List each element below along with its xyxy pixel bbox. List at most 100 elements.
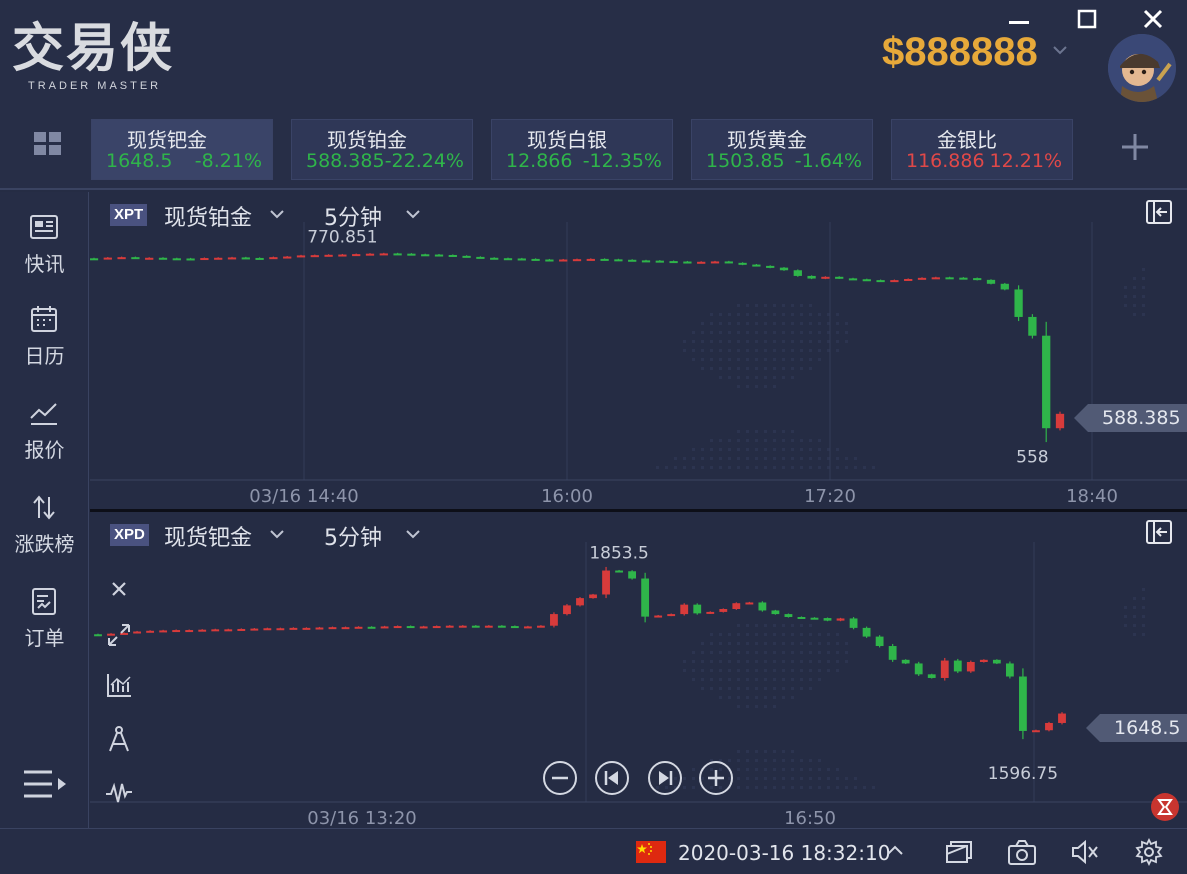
chevron-down-icon[interactable] bbox=[268, 205, 286, 223]
chevron-down-icon[interactable] bbox=[1050, 40, 1070, 60]
mute-icon[interactable] bbox=[1070, 838, 1100, 866]
drawing-compass-icon[interactable] bbox=[104, 724, 134, 754]
chevron-down-icon[interactable] bbox=[268, 525, 286, 543]
candle bbox=[310, 255, 319, 258]
candle bbox=[797, 616, 806, 619]
candlestick-chart-palladium[interactable]: 03/16 13:20 16:50 1853.5 1596.75 bbox=[90, 512, 1187, 828]
candle bbox=[1019, 676, 1027, 731]
candle bbox=[393, 253, 402, 256]
candle bbox=[406, 626, 415, 629]
candle bbox=[276, 628, 285, 631]
timeframe-label[interactable]: 5分钟 bbox=[324, 200, 382, 232]
close-icon[interactable] bbox=[104, 574, 134, 604]
quote-price: 116.886 bbox=[906, 150, 985, 172]
candle bbox=[655, 260, 664, 263]
candle bbox=[586, 258, 595, 261]
x-tick-label: 03/16 13:20 bbox=[307, 808, 416, 828]
x-tick-label: 18:40 bbox=[1066, 486, 1118, 507]
account-balance[interactable]: $888888 bbox=[882, 30, 1038, 75]
candle bbox=[836, 618, 845, 621]
candle bbox=[550, 614, 558, 626]
candle bbox=[531, 258, 540, 261]
quote-card-platinum[interactable]: 现货铂金 588.385 -22.24% bbox=[291, 119, 473, 180]
candle bbox=[158, 257, 168, 260]
candle bbox=[1032, 730, 1040, 733]
candle bbox=[779, 267, 789, 271]
waveform-icon[interactable] bbox=[104, 778, 134, 808]
quote-name: 现货白银 bbox=[527, 128, 607, 152]
quote-name: 现货钯金 bbox=[127, 128, 207, 152]
sidebar-item-rankings[interactable]: 涨跌榜 bbox=[0, 482, 89, 562]
maximize-icon[interactable] bbox=[1074, 6, 1100, 32]
chart-panel-platinum[interactable]: 03/16 14:40 16:00 17:20 18:40 770.851 558 XPT… bbox=[90, 192, 1187, 510]
symbol-name[interactable]: 现货钯金 bbox=[164, 520, 252, 552]
expand-menu-icon[interactable] bbox=[22, 764, 68, 804]
add-icon[interactable] bbox=[1118, 130, 1152, 164]
minimize-icon[interactable] bbox=[1006, 6, 1032, 32]
skip-to-start-icon[interactable] bbox=[594, 760, 630, 796]
sidebar: 快讯 日历 报价 涨跌榜 订单 bbox=[0, 192, 89, 828]
fullscreen-icon[interactable] bbox=[104, 620, 134, 650]
timeframe-label[interactable]: 5分钟 bbox=[324, 520, 382, 552]
sidebar-item-calendar[interactable]: 日历 bbox=[0, 294, 89, 374]
candle bbox=[503, 258, 513, 261]
zoom-in-icon[interactable] bbox=[698, 760, 734, 796]
candle bbox=[146, 630, 155, 633]
symbol-name[interactable]: 现货铂金 bbox=[164, 200, 252, 232]
candle bbox=[683, 261, 692, 264]
candle bbox=[341, 627, 350, 630]
candle bbox=[917, 277, 927, 280]
grid-menu-icon[interactable] bbox=[32, 128, 64, 160]
quote-card-silver[interactable]: 现货白银 12.866 -12.35% bbox=[491, 119, 673, 180]
app-brand-sub: TRADER MASTER bbox=[28, 80, 162, 92]
candle bbox=[810, 617, 819, 620]
candle bbox=[821, 276, 830, 279]
candle bbox=[419, 626, 428, 629]
candle bbox=[719, 609, 728, 612]
candle bbox=[352, 254, 361, 257]
candle bbox=[354, 626, 363, 629]
chart-panel-palladium[interactable]: 03/16 13:20 16:50 1853.5 1596.75 XPD 现货钯金 5… bbox=[90, 512, 1187, 828]
collapse-panel-icon[interactable] bbox=[1145, 519, 1173, 545]
sidebar-item-news[interactable]: 快讯 bbox=[0, 202, 89, 282]
sidebar-item-orders[interactable]: 订单 bbox=[0, 576, 89, 656]
quote-card-gold[interactable]: 现货黄金 1503.85 -1.64% bbox=[691, 119, 873, 180]
candle bbox=[1000, 283, 1009, 290]
quote-card-gold-silver-ratio[interactable]: 金银比 116.886 12.21% bbox=[891, 119, 1073, 180]
quote-change: -1.64% bbox=[794, 150, 862, 172]
candlestick-chart-platinum[interactable]: 03/16 14:40 16:00 17:20 18:40770.851558 bbox=[90, 192, 1187, 510]
quote-price: 12.866 bbox=[506, 150, 573, 172]
chevron-up-icon[interactable] bbox=[884, 840, 906, 862]
alarm-icon[interactable] bbox=[1150, 792, 1180, 822]
indicator-icon[interactable] bbox=[104, 670, 134, 700]
candle bbox=[471, 625, 480, 628]
candle bbox=[1058, 713, 1066, 723]
candle bbox=[835, 276, 844, 279]
sort-icon bbox=[33, 495, 55, 520]
candle bbox=[133, 631, 141, 634]
settings-gear-icon[interactable] bbox=[1134, 838, 1164, 866]
candle bbox=[365, 253, 375, 256]
sidebar-item-quotes[interactable]: 报价 bbox=[0, 388, 89, 468]
zoom-out-icon[interactable] bbox=[542, 760, 578, 796]
x-tick-label: 03/16 14:40 bbox=[249, 486, 358, 507]
close-icon[interactable] bbox=[1140, 6, 1166, 32]
skip-to-end-icon[interactable] bbox=[647, 760, 683, 796]
candle bbox=[224, 629, 233, 632]
candle bbox=[1005, 663, 1014, 677]
last-price-tag: 588.385 bbox=[1074, 404, 1187, 432]
quote-card-palladium[interactable]: 现货钯金 1648.5 -8.21% bbox=[91, 119, 273, 180]
collapse-panel-icon[interactable] bbox=[1145, 199, 1173, 225]
camera-icon[interactable] bbox=[1007, 838, 1037, 866]
candle bbox=[876, 280, 885, 283]
quote-price: 1648.5 bbox=[106, 150, 173, 172]
layout-icon[interactable] bbox=[944, 838, 974, 866]
sidebar-item-label: 报价 bbox=[24, 438, 65, 462]
candle bbox=[693, 604, 702, 614]
candle bbox=[654, 615, 663, 618]
candle bbox=[745, 602, 754, 605]
x-tick-label: 17:20 bbox=[804, 486, 856, 507]
chevron-down-icon[interactable] bbox=[404, 525, 422, 543]
avatar[interactable] bbox=[1108, 34, 1176, 102]
chevron-down-icon[interactable] bbox=[404, 205, 422, 223]
